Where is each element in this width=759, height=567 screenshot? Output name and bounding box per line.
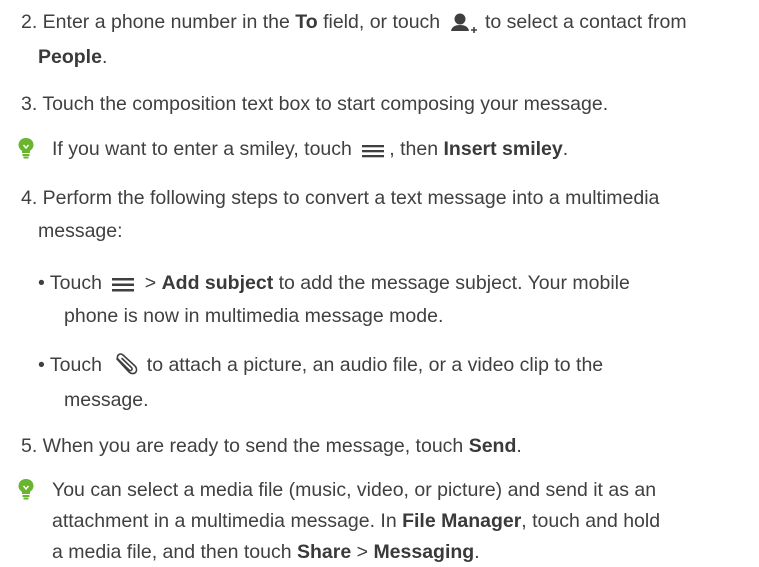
step-4-line-1: 4. Perform the following steps to conver… [21,187,660,209]
to-field-label: To [295,11,318,33]
tip-2-text-c: a media file, and then touch [52,541,297,563]
tip-1-text-a: If you want to enter a smiley, touch [52,138,358,160]
bullet-2-line-2: message. [64,389,149,411]
insert-smiley-label: Insert smiley [443,138,563,160]
tip-1-text-b: , then [389,138,444,160]
bullet-1-line-2: phone is now in multimedia message mode. [64,305,444,327]
add-subject-label: Add subject [161,272,274,294]
step-2-text-d: to select a contact from [479,11,687,33]
people-label: People [38,46,102,68]
menu-icon [362,144,385,158]
paperclip-icon [116,353,138,375]
share-label: Share [297,541,352,563]
step-3-line: 3. Touch the composition text box to sta… [21,93,609,115]
step-2-text-a: 2. Enter a phone number in the [21,11,296,33]
step-4-line-2: message: [38,220,123,242]
tip-1-line: If you want to enter a smiley, touch , t… [52,137,568,162]
bullet-1-line-1: • Touch > Add subject to add the message… [38,271,630,296]
step-5-text-a: 5. When you are ready to send the messag… [21,435,469,457]
menu-icon [112,277,135,292]
tip-2-text-a: attachment in a multimedia message. In [52,510,403,532]
step-5-line: 5. When you are ready to send the messag… [21,434,522,458]
step-5-period: . [516,435,522,457]
bullet-1-gt: > [139,272,162,294]
bullet-1-text-a: • Touch [38,272,108,294]
lightbulb-icon [18,479,34,500]
tip-2-line-1: You can select a media file (music, vide… [52,479,657,501]
step-2-period: . [101,46,108,68]
bullet-2-text-a: • Touch [38,354,108,377]
tip-2-line-2: attachment in a multimedia message. In F… [52,509,660,533]
person-add-icon [450,13,477,33]
file-manager-label: File Manager [402,510,522,532]
lightbulb-icon [18,138,34,159]
tip-2-line-3: a media file, and then touch Share > Mes… [52,540,480,564]
tip-2-period: . [474,541,480,563]
step-2-line-2: People. [38,45,107,69]
bullet-2-text-b: to attach a picture, an audio file, or a… [141,354,604,377]
send-label: Send [468,435,517,457]
step-2-line-1: 2. Enter a phone number in the To field,… [21,10,687,35]
bullet-1-text-b: to add the message subject. Your mobile [273,272,630,294]
bullet-2-line-1: • Touch to attach a picture, an audio fi… [38,353,603,379]
step-2-text-c: field, or touch [317,11,446,33]
tip-1-period: . [562,138,569,160]
tip-2-gt: > [351,541,374,563]
tip-2-text-b: , touch and hold [521,510,661,532]
messaging-label: Messaging [373,541,475,563]
